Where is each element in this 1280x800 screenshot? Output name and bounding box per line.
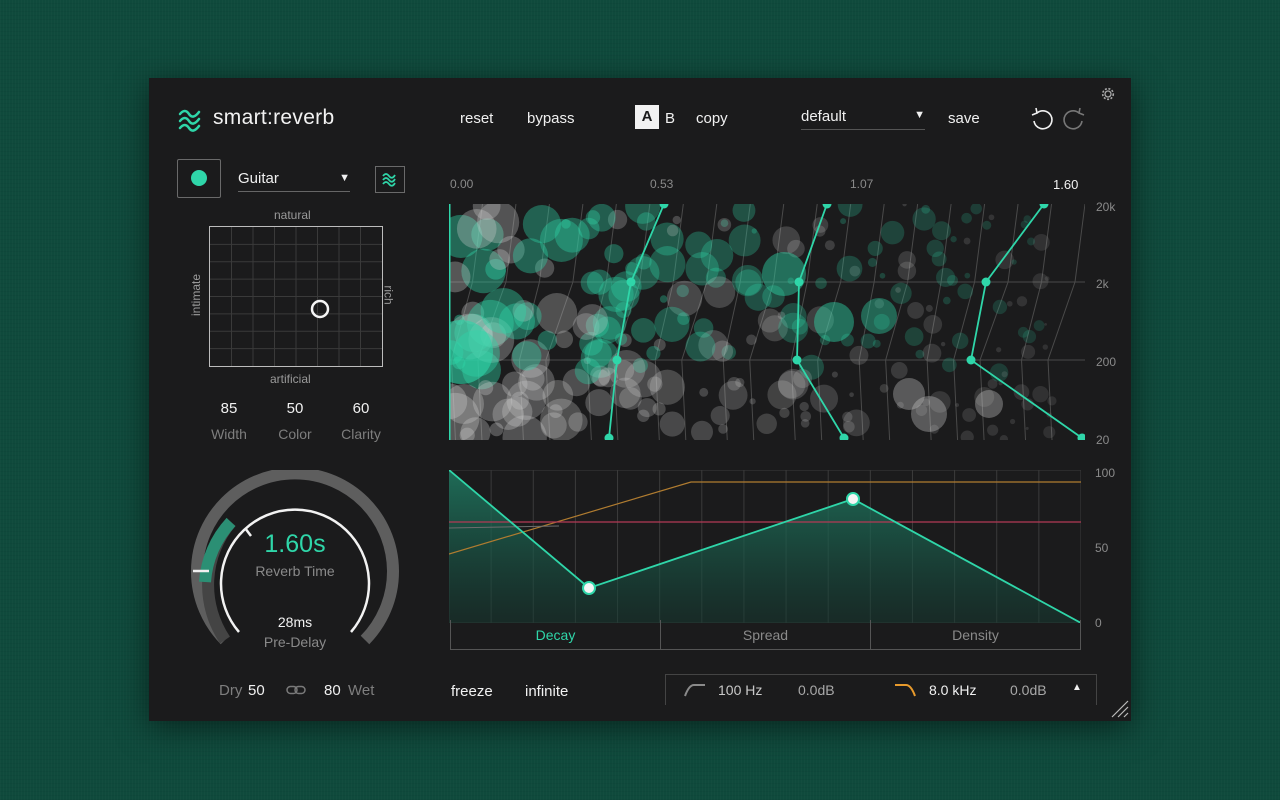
- ab-b-button[interactable]: B: [665, 110, 675, 127]
- freq-tick-3: 20: [1096, 433, 1110, 447]
- chevron-down-icon: ▼: [339, 172, 350, 184]
- freeze-button[interactable]: freeze: [451, 683, 493, 700]
- xy-pad[interactable]: [209, 226, 383, 367]
- y-tick-0: 0: [1095, 616, 1102, 630]
- profile-learn-button[interactable]: [177, 159, 221, 198]
- band-node[interactable]: [626, 277, 636, 287]
- save-button[interactable]: save: [948, 110, 980, 127]
- band-node[interactable]: [659, 204, 669, 209]
- chevron-down-icon: ▼: [914, 109, 925, 121]
- lowcut-icon[interactable]: [684, 683, 706, 697]
- y-tick-100: 100: [1095, 466, 1116, 480]
- time-tick-2: 1.07: [850, 177, 874, 191]
- y-tick-50: 50: [1095, 541, 1109, 555]
- width-label: Width: [211, 426, 247, 442]
- ab-a-button[interactable]: A: [635, 105, 659, 129]
- highcut-freq[interactable]: 8.0 kHz: [929, 682, 976, 698]
- xy-grid: [210, 227, 382, 366]
- band-node[interactable]: [1077, 433, 1086, 441]
- time-frequency-graph[interactable]: [449, 204, 1085, 440]
- band-node[interactable]: [792, 355, 802, 365]
- color-label: Color: [278, 426, 312, 442]
- preset-dropdown[interactable]: default ▼: [801, 108, 925, 130]
- band-node[interactable]: [794, 277, 804, 287]
- expand-icon[interactable]: ▲: [1072, 682, 1082, 693]
- freq-tick-1: 2k: [1096, 277, 1109, 291]
- infinite-button[interactable]: infinite: [525, 683, 568, 700]
- app-title: smart:reverb: [213, 106, 335, 129]
- predelay-label: Pre-Delay: [263, 634, 327, 650]
- band-node[interactable]: [966, 355, 976, 365]
- clarity-value[interactable]: 60: [331, 400, 391, 417]
- xy-top-label: natural: [274, 208, 311, 222]
- time-tick-1: 0.53: [650, 177, 674, 191]
- plugin-window: smart:reverb reset bypass A B copy defau…: [149, 78, 1131, 721]
- xy-bottom-label: artificial: [270, 372, 311, 386]
- wet-label: Wet: [348, 682, 375, 699]
- smart-filter-button[interactable]: [375, 166, 405, 193]
- link-icon[interactable]: [286, 683, 306, 697]
- dry-value[interactable]: 50: [248, 682, 265, 699]
- xy-right-label: rich: [381, 285, 396, 305]
- xy-handle[interactable]: [310, 299, 330, 319]
- highcut-gain[interactable]: 0.0dB: [1010, 682, 1047, 698]
- gear-icon[interactable]: [1101, 87, 1115, 101]
- bypass-button[interactable]: bypass: [527, 110, 575, 127]
- smart-icon: [382, 173, 396, 187]
- lowcut-gain[interactable]: 0.0dB: [798, 682, 835, 698]
- reverb-time-label: Reverb Time: [255, 563, 335, 579]
- band-node[interactable]: [981, 277, 991, 287]
- clarity-label: Clarity: [341, 426, 381, 442]
- decay-node[interactable]: [582, 581, 596, 595]
- profile-dropdown[interactable]: Guitar ▼: [238, 170, 350, 192]
- eq-panel: 100 Hz 0.0dB 8.0 kHz 0.0dB ▲: [665, 674, 1097, 705]
- tab-spread[interactable]: Spread: [660, 620, 871, 650]
- logo-icon: [178, 109, 201, 132]
- band-node[interactable]: [822, 204, 832, 209]
- copy-button[interactable]: copy: [696, 110, 728, 127]
- dry-label: Dry: [219, 682, 243, 699]
- freq-tick-0: 20k: [1096, 200, 1116, 214]
- profile-value: Guitar: [238, 170, 279, 187]
- redo-icon[interactable]: [1061, 107, 1087, 131]
- lowcut-freq[interactable]: 100 Hz: [718, 682, 762, 698]
- time-tick-3: 1.60: [1053, 177, 1079, 192]
- decay-node[interactable]: [846, 492, 860, 506]
- reset-button[interactable]: reset: [460, 110, 493, 127]
- record-dot-icon: [191, 170, 207, 186]
- band-node[interactable]: [612, 355, 622, 365]
- predelay-value[interactable]: 28ms: [259, 614, 331, 630]
- tab-decay[interactable]: Decay: [450, 620, 661, 650]
- tab-density[interactable]: Density: [870, 620, 1081, 650]
- reverb-time-value: 1.60s: [264, 530, 326, 558]
- wet-value[interactable]: 80: [324, 682, 341, 699]
- freq-tick-2: 200: [1096, 355, 1117, 369]
- highcut-icon[interactable]: [894, 683, 916, 697]
- xy-left-label: intimate: [189, 273, 204, 317]
- decay-envelope-graph[interactable]: [449, 470, 1081, 623]
- resize-handle-icon[interactable]: [1109, 698, 1129, 718]
- time-tick-0: 0.00: [450, 177, 474, 191]
- width-value[interactable]: 85: [199, 400, 259, 417]
- preset-value: default: [801, 108, 847, 125]
- color-value[interactable]: 50: [265, 400, 325, 417]
- band-node[interactable]: [604, 433, 614, 441]
- undo-icon[interactable]: [1029, 107, 1055, 131]
